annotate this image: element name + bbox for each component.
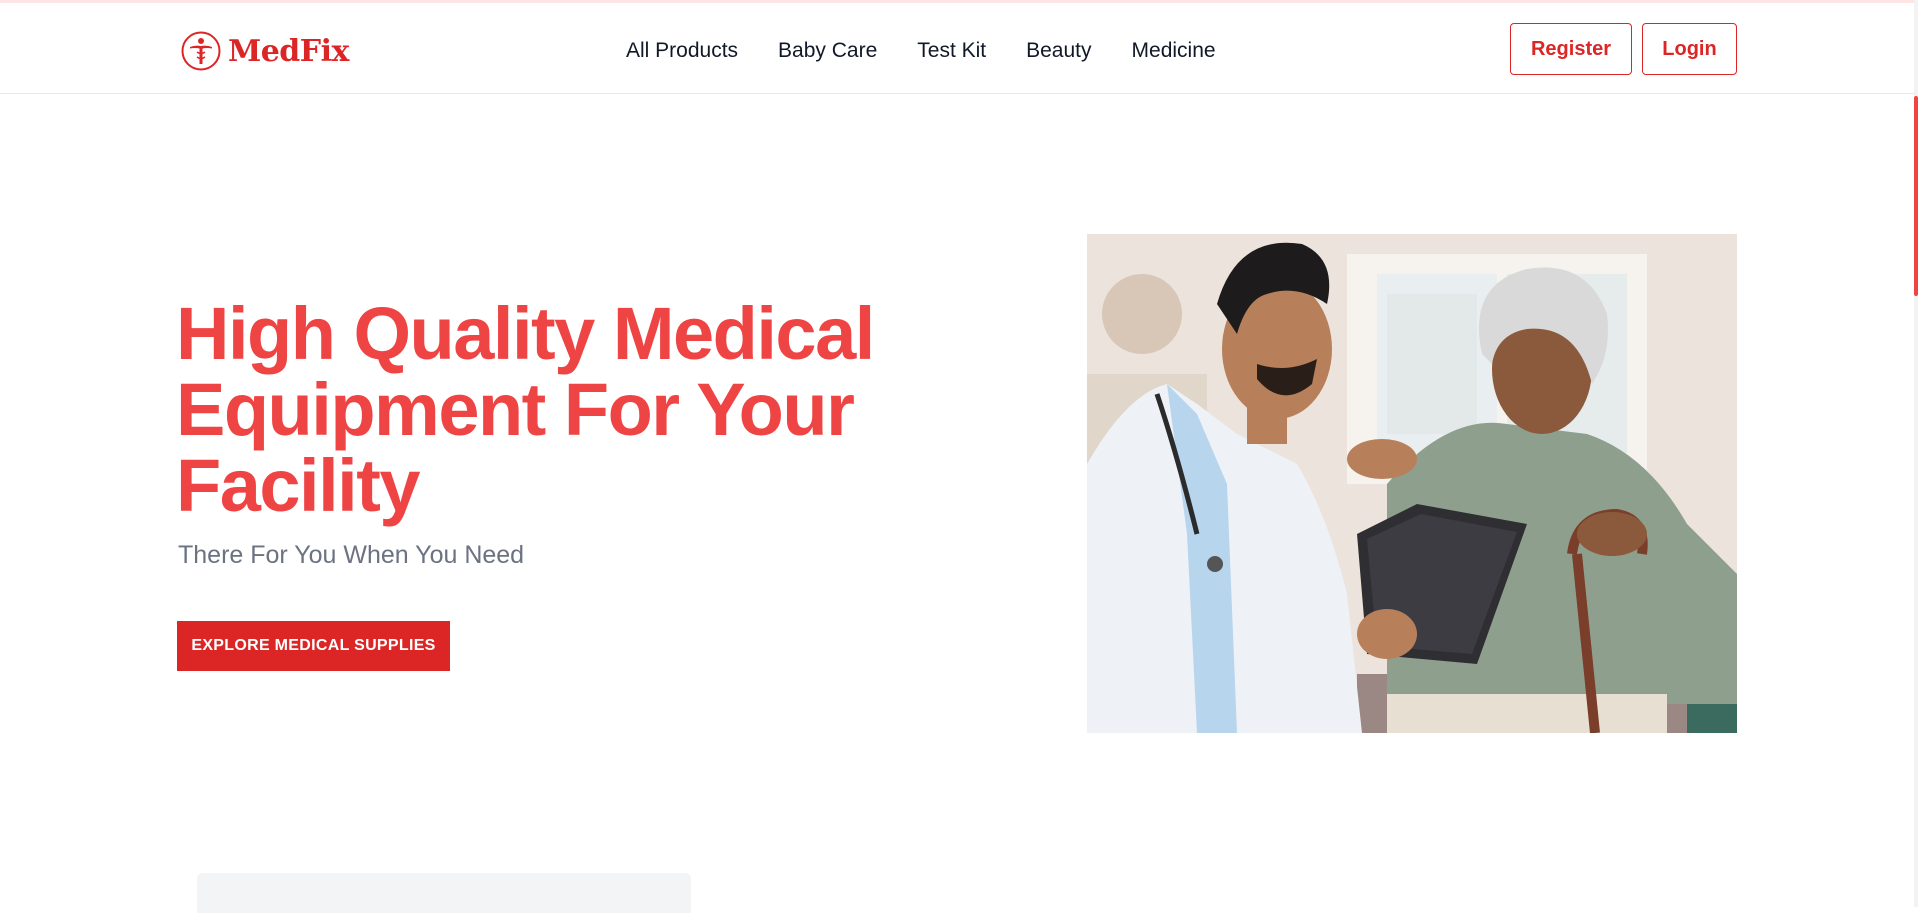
hero-title: High Quality Medical Equipment For Your …: [176, 292, 875, 527]
page-scrollbar[interactable]: [1914, 0, 1918, 907]
nav-item-all-products[interactable]: All Products: [626, 37, 738, 65]
nav-item-test-kit[interactable]: Test Kit: [917, 37, 986, 65]
brand-name: MedFix: [228, 33, 349, 69]
main-nav: All Products Baby Care Test Kit Beauty M…: [626, 37, 1216, 65]
product-card-peek: [197, 873, 691, 913]
explore-medical-supplies-button[interactable]: EXPLORE MEDICAL SUPPLIES: [177, 621, 450, 671]
logo-link[interactable]: MedFix: [180, 29, 349, 73]
nav-item-beauty[interactable]: Beauty: [1026, 37, 1091, 65]
scrollbar-thumb[interactable]: [1914, 96, 1918, 296]
nav-item-baby-care[interactable]: Baby Care: [778, 37, 877, 65]
site-header: MedFix All Products Baby Care Test Kit B…: [0, 3, 1918, 94]
login-button[interactable]: Login: [1642, 23, 1737, 75]
caduceus-figure-icon: [181, 31, 221, 71]
hero-image: [1087, 234, 1737, 733]
nav-item-medicine[interactable]: Medicine: [1132, 37, 1216, 65]
doctor-with-tablet-and-elderly-patient-photo: [1087, 234, 1737, 733]
register-button[interactable]: Register: [1510, 23, 1632, 75]
hero-subtitle: There For You When You Need: [178, 541, 525, 569]
